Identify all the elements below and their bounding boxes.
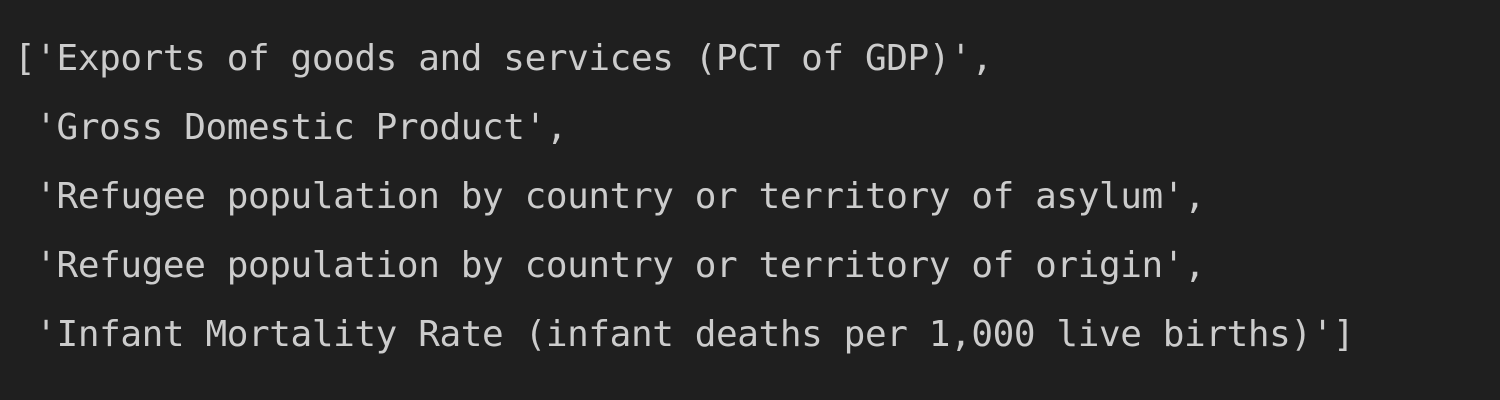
cell-output: ['Exports of goods and services (PCT of … (0, 0, 1500, 400)
output-line: 'Gross Domestic Product', (14, 107, 568, 148)
output-line: 'Infant Mortality Rate (infant deaths pe… (14, 314, 1355, 355)
output-line: 'Refugee population by country or territ… (14, 245, 1206, 286)
output-line: ['Exports of goods and services (PCT of … (14, 38, 993, 79)
output-line: 'Refugee population by country or territ… (14, 176, 1206, 217)
